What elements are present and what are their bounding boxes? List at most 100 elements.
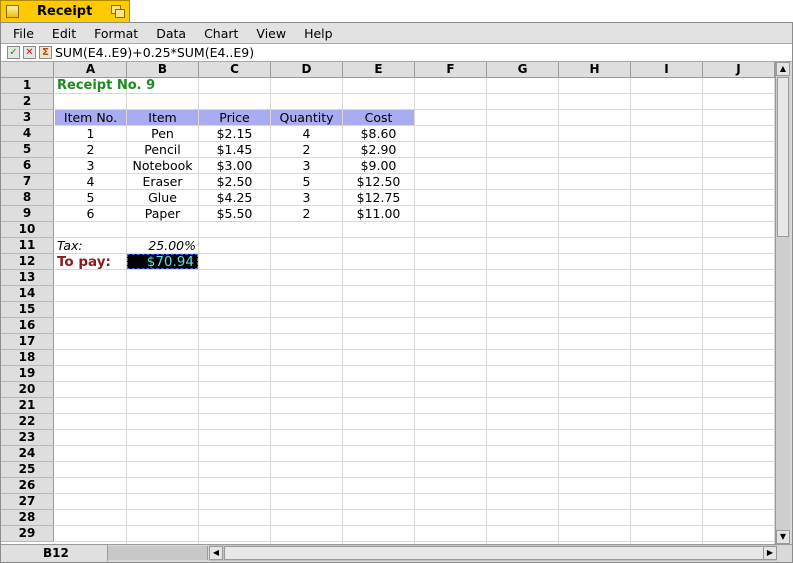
quantity-cell[interactable]: 4	[271, 126, 342, 141]
cancel-icon[interactable]: ✕	[23, 46, 36, 59]
column-header-e[interactable]: E	[343, 62, 415, 78]
row-header-17[interactable]: 17	[1, 334, 54, 350]
item-cell[interactable]: Notebook	[127, 158, 198, 173]
item-cell[interactable]: Pencil	[127, 142, 198, 157]
column-header-j[interactable]: J	[703, 62, 775, 78]
item-cell[interactable]: Glue	[127, 190, 198, 205]
horizontal-scrollbar[interactable]: ◀ ▶	[209, 545, 777, 561]
header-price[interactable]: Price	[199, 110, 270, 125]
tax-value-cell[interactable]: 25.00%	[127, 238, 198, 253]
accept-icon[interactable]: ✓	[7, 46, 20, 59]
zoom-icon[interactable]	[111, 5, 125, 18]
quantity-cell[interactable]: 2	[271, 206, 342, 221]
column-header-f[interactable]: F	[415, 62, 487, 78]
header-quantity[interactable]: Quantity	[271, 110, 342, 125]
cost-cell[interactable]: $8.60	[343, 126, 414, 141]
item-no-cell[interactable]: 2	[55, 142, 126, 157]
row-header-28[interactable]: 28	[1, 510, 54, 526]
cell-A1-title[interactable]: Receipt No. 9	[55, 78, 198, 93]
item-cell[interactable]: Paper	[127, 206, 198, 221]
scroll-up-icon[interactable]: ▲	[776, 62, 790, 76]
menu-data[interactable]: Data	[146, 26, 194, 41]
cost-cell[interactable]: $2.90	[343, 142, 414, 157]
quantity-cell[interactable]: 3	[271, 190, 342, 205]
column-header-i[interactable]: I	[631, 62, 703, 78]
cost-cell[interactable]: $12.75	[343, 190, 414, 205]
item-cell[interactable]: Pen	[127, 126, 198, 141]
row-header-9[interactable]: 9	[1, 206, 54, 222]
row-header-2[interactable]: 2	[1, 94, 54, 110]
row-header-12[interactable]: 12	[1, 254, 54, 270]
item-no-cell[interactable]: 5	[55, 190, 126, 205]
to-pay-label-cell[interactable]: To pay:	[55, 254, 126, 269]
column-header-d[interactable]: D	[271, 62, 343, 78]
row-header-15[interactable]: 15	[1, 302, 54, 318]
row-header-10[interactable]: 10	[1, 222, 54, 238]
row-header-13[interactable]: 13	[1, 270, 54, 286]
formula-input[interactable]: SUM(E4..E9)+0.25*SUM(E4..E9)	[55, 45, 254, 60]
column-header-a[interactable]: A	[55, 62, 127, 78]
row-header-20[interactable]: 20	[1, 382, 54, 398]
row-header-27[interactable]: 27	[1, 494, 54, 510]
row-header-11[interactable]: 11	[1, 238, 54, 254]
menu-help[interactable]: Help	[294, 26, 341, 41]
menu-view[interactable]: View	[246, 26, 294, 41]
column-header-h[interactable]: H	[559, 62, 631, 78]
price-cell[interactable]: $5.50	[199, 206, 270, 221]
cost-cell[interactable]: $11.00	[343, 206, 414, 221]
select-all-corner[interactable]	[1, 62, 54, 78]
price-cell[interactable]: $3.00	[199, 158, 270, 173]
row-header-29[interactable]: 29	[1, 526, 54, 542]
vertical-scroll-thumb[interactable]	[777, 77, 789, 237]
to-pay-value-cell[interactable]: $70.94	[127, 254, 198, 269]
spreadsheet-grid[interactable]: ABCDEFGHIJ 1 2 3 4 5 6 7 8 9 10 11 12 13 14 15 16 17 18 19…	[1, 62, 775, 544]
header-cost[interactable]: Cost	[343, 110, 414, 125]
menu-chart[interactable]: Chart	[194, 26, 246, 41]
header-item-no[interactable]: Item No.	[55, 110, 126, 125]
row-header-18[interactable]: 18	[1, 350, 54, 366]
column-header-g[interactable]: G	[487, 62, 559, 78]
vertical-scrollbar[interactable]: ▲ ▼	[775, 62, 790, 544]
row-header-7[interactable]: 7	[1, 174, 54, 190]
row-header-4[interactable]: 4	[1, 126, 54, 142]
row-header-23[interactable]: 23	[1, 430, 54, 446]
row-header-14[interactable]: 14	[1, 286, 54, 302]
row-header-1[interactable]: 1	[1, 78, 54, 94]
row-header-26[interactable]: 26	[1, 478, 54, 494]
menu-format[interactable]: Format	[84, 26, 146, 41]
menu-file[interactable]: File	[1, 26, 42, 41]
row-header-19[interactable]: 19	[1, 366, 54, 382]
price-cell[interactable]: $1.45	[199, 142, 270, 157]
item-no-cell[interactable]: 6	[55, 206, 126, 221]
window-tab[interactable]: Receipt	[0, 0, 130, 22]
sum-icon[interactable]: Σ	[39, 46, 52, 59]
quantity-cell[interactable]: 3	[271, 158, 342, 173]
tax-label-cell[interactable]: Tax:	[55, 238, 126, 253]
close-icon[interactable]	[6, 5, 19, 18]
item-no-cell[interactable]: 1	[55, 126, 126, 141]
row-header-21[interactable]: 21	[1, 398, 54, 414]
scroll-right-icon[interactable]: ▶	[763, 546, 777, 560]
row-header-25[interactable]: 25	[1, 462, 54, 478]
row-header-24[interactable]: 24	[1, 446, 54, 462]
item-no-cell[interactable]: 3	[55, 158, 126, 173]
column-header-c[interactable]: C	[199, 62, 271, 78]
column-header-b[interactable]: B	[127, 62, 199, 78]
price-cell[interactable]: $2.15	[199, 126, 270, 141]
item-no-cell[interactable]: 4	[55, 174, 126, 189]
scroll-left-icon[interactable]: ◀	[209, 546, 223, 560]
row-header-5[interactable]: 5	[1, 142, 54, 158]
menu-edit[interactable]: Edit	[42, 26, 84, 41]
item-cell[interactable]: Eraser	[127, 174, 198, 189]
price-cell[interactable]: $4.25	[199, 190, 270, 205]
scroll-down-icon[interactable]: ▼	[776, 530, 790, 544]
price-cell[interactable]: $2.50	[199, 174, 270, 189]
quantity-cell[interactable]: 5	[271, 174, 342, 189]
cell-area[interactable]: Receipt No. 9 Item No. Item Price Quanti…	[55, 78, 775, 544]
row-header-22[interactable]: 22	[1, 414, 54, 430]
header-item[interactable]: Item	[127, 110, 198, 125]
resize-corner[interactable]	[777, 545, 792, 561]
cost-cell[interactable]: $12.50	[343, 174, 414, 189]
row-header-16[interactable]: 16	[1, 318, 54, 334]
row-header-8[interactable]: 8	[1, 190, 54, 206]
